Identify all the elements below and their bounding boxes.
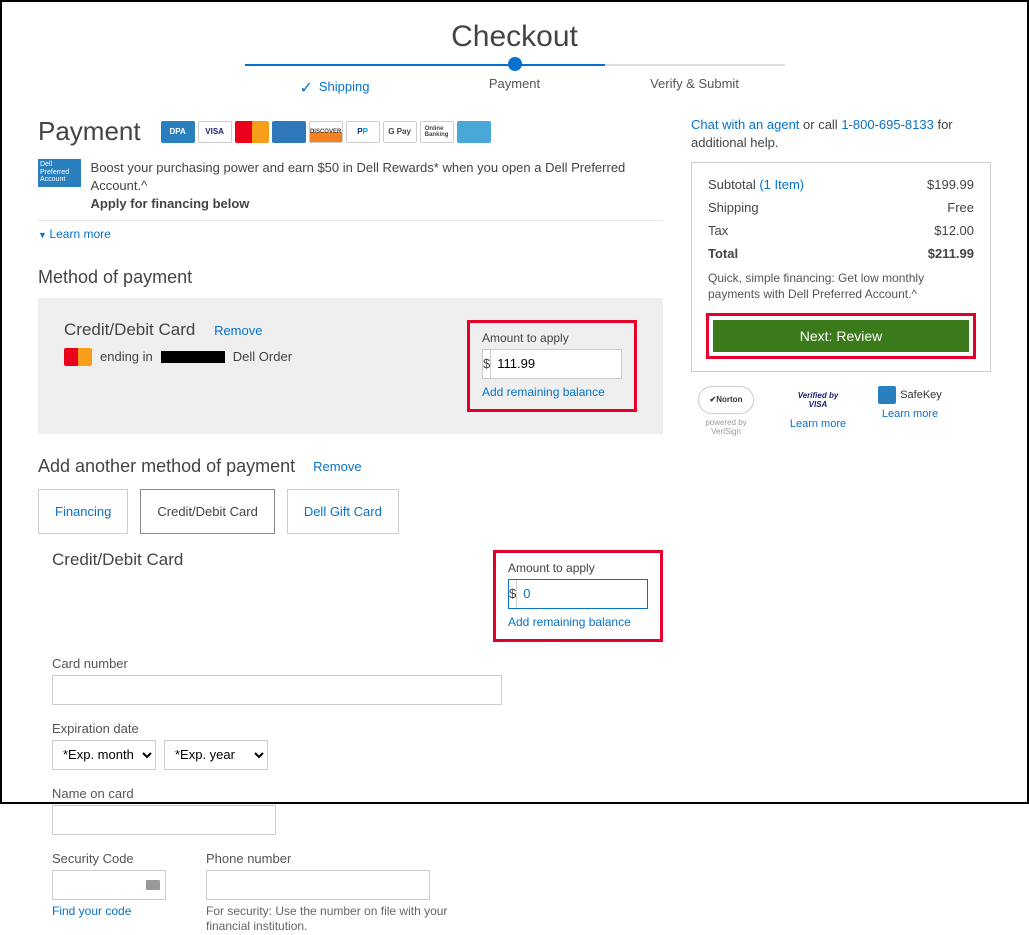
new-card-heading: Credit/Debit Card: [38, 550, 493, 570]
promo-text: Boost your purchasing power and earn $50…: [91, 160, 626, 193]
dell-order-text: Dell Order: [233, 349, 292, 364]
promo-cta: Apply for financing below: [91, 196, 250, 211]
visa-icon: VISA: [198, 121, 232, 143]
exp-year-select[interactable]: *Exp. year: [164, 740, 268, 770]
accepted-cards: DPA VISA DISCOVER PP G Pay OnlineBanking: [161, 121, 491, 143]
dpa-badge-icon: Dell Preferred Account: [38, 159, 81, 187]
financing-note: Quick, simple financing: Get low monthly…: [708, 271, 974, 302]
tab-financing[interactable]: Financing: [38, 489, 128, 534]
discover-icon: DISCOVER: [309, 121, 343, 143]
security-note: For security: Use the number on file wit…: [206, 904, 466, 935]
card-number-input[interactable]: [52, 675, 502, 705]
next-button-highlight: Next: Review: [706, 313, 976, 359]
subtotal-label: Subtotal: [708, 177, 756, 192]
find-your-code-link[interactable]: Find your code: [52, 904, 131, 918]
or-call-text: or call: [799, 117, 841, 132]
gpay-icon: G Pay: [383, 121, 417, 143]
new-amount-input[interactable]: [517, 580, 705, 608]
security-code-input[interactable]: [52, 870, 166, 900]
card-number-label: Card number: [52, 656, 663, 671]
learn-more-toggle[interactable]: Learn more: [38, 227, 111, 241]
checkout-stepper: ✓ Shipping Payment Verify & Submit: [38, 62, 991, 96]
card-last-digits-redacted: [161, 351, 225, 363]
giftcard-icon: [457, 121, 491, 143]
amount-label-2: Amount to apply: [508, 561, 648, 575]
phone-number-input[interactable]: [206, 870, 430, 900]
name-on-card-label: Name on card: [52, 786, 663, 801]
check-icon: ✓: [299, 80, 312, 97]
step-shipping-label: Shipping: [319, 79, 370, 94]
step-payment-label: Payment: [489, 76, 540, 91]
tab-gift-card[interactable]: Dell Gift Card: [287, 489, 399, 534]
amount-label-1: Amount to apply: [482, 331, 622, 345]
payment-heading: Payment: [38, 116, 141, 147]
expiration-label: Expiration date: [52, 721, 663, 736]
exp-month-select[interactable]: *Exp. month: [52, 740, 156, 770]
total-value: $211.99: [928, 246, 974, 261]
name-on-card-input[interactable]: [52, 805, 276, 835]
verified-by-visa-icon: Verified byVISA: [790, 386, 846, 414]
dollar-sign-icon: $: [509, 580, 517, 608]
saved-amount-input[interactable]: [491, 350, 679, 378]
add-remaining-1[interactable]: Add remaining balance: [482, 385, 605, 399]
remove-another-method[interactable]: Remove: [313, 459, 361, 474]
help-phone[interactable]: 1-800-695-8133: [841, 117, 934, 132]
step-verify-label: Verify & Submit: [650, 76, 739, 91]
shipping-label: Shipping: [708, 200, 759, 215]
help-line: Chat with an agent or call 1-800-695-813…: [691, 116, 991, 152]
online-banking-icon: OnlineBanking: [420, 121, 454, 143]
paypal-icon: PP: [346, 121, 380, 143]
norton-sub: powered by VeriSign: [691, 418, 761, 436]
mastercard-icon: [235, 121, 269, 143]
safekey-label: SafeKey: [900, 389, 942, 401]
tax-label: Tax: [708, 223, 728, 238]
saved-amount-highlight: Amount to apply $ Add remaining balance: [467, 320, 637, 412]
remove-saved-card[interactable]: Remove: [214, 323, 262, 338]
tab-credit-debit[interactable]: Credit/Debit Card: [140, 489, 274, 534]
norton-icon: ✔Norton: [698, 386, 754, 414]
trust-badges: ✔Norton powered by VeriSign Verified byV…: [691, 386, 991, 436]
saved-card-title: Credit/Debit Card: [64, 320, 195, 339]
add-another-title: Add another method of payment: [38, 456, 295, 477]
amex-icon: [272, 121, 306, 143]
dollar-sign-icon: $: [483, 350, 491, 378]
method-of-payment-label: Method of payment: [38, 267, 663, 288]
item-count-link[interactable]: (1 Item): [759, 177, 804, 192]
page-title: Checkout: [38, 20, 991, 54]
order-summary: Subtotal (1 Item) $199.99 Shipping Free …: [691, 162, 991, 371]
new-amount-highlight: Amount to apply $ Add remaining balance: [493, 550, 663, 642]
shipping-value: Free: [947, 200, 974, 215]
safekey-icon: [878, 386, 896, 404]
next-review-button[interactable]: Next: Review: [713, 320, 969, 352]
step-payment[interactable]: Payment: [425, 62, 605, 96]
safekey-learn-more[interactable]: Learn more: [882, 408, 938, 420]
ending-in-text: ending in: [100, 349, 153, 364]
active-dot-icon: [508, 57, 522, 71]
subtotal-value: $199.99: [927, 177, 974, 192]
add-remaining-2[interactable]: Add remaining balance: [508, 615, 631, 629]
vbv-learn-more[interactable]: Learn more: [790, 418, 846, 430]
security-code-label: Security Code: [52, 851, 166, 866]
phone-number-label: Phone number: [206, 851, 466, 866]
total-label: Total: [708, 246, 738, 261]
step-verify[interactable]: Verify & Submit: [605, 62, 785, 96]
dpa-icon: DPA: [161, 121, 195, 143]
mastercard-mini-icon: [64, 348, 92, 366]
step-shipping[interactable]: ✓ Shipping: [245, 62, 425, 96]
tax-value: $12.00: [934, 223, 974, 238]
saved-card-block: Credit/Debit Card Remove ending in Dell …: [38, 298, 663, 434]
chat-link[interactable]: Chat with an agent: [691, 117, 799, 132]
financing-promo: Dell Preferred Account Boost your purcha…: [38, 153, 663, 221]
